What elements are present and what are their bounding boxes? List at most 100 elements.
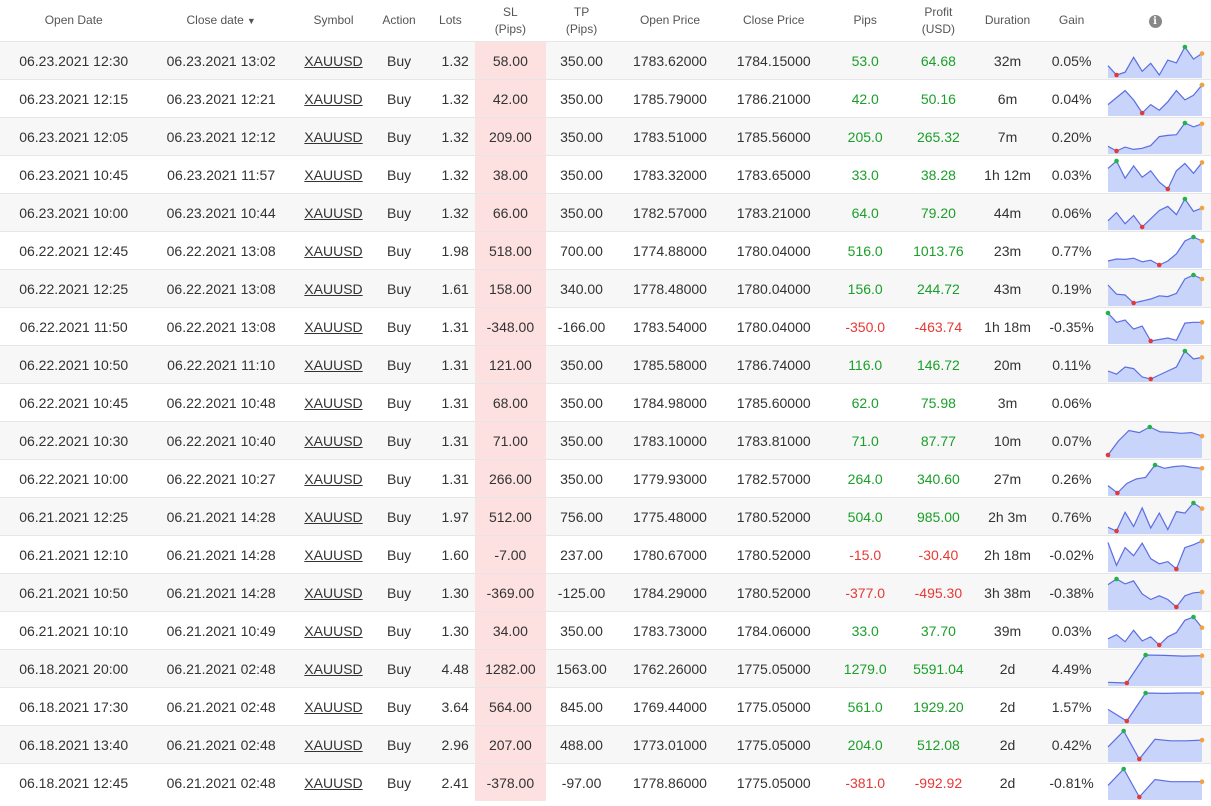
symbol-link-text[interactable]: XAUUSD (304, 433, 362, 449)
info-icon[interactable]: i (1148, 15, 1162, 28)
symbol-link-text[interactable]: XAUUSD (304, 91, 362, 107)
symbol-link: XAUUSD (294, 383, 373, 422)
table-row[interactable]: 06.18.2021 12:45 06.21.2021 02:48 XAUUSD Bu… (0, 763, 1211, 801)
table-row[interactable]: 06.18.2021 13:40 06.21.2021 02:48 XAUUSD Bu… (0, 725, 1211, 764)
symbol-link-text[interactable]: XAUUSD (304, 281, 362, 297)
table-row[interactable]: 06.23.2021 12:30 06.23.2021 13:02 XAUUSD Bu… (0, 41, 1211, 80)
profit-cell: 64.68 (905, 41, 971, 80)
symbol-link-text[interactable]: XAUUSD (304, 167, 362, 183)
action-cell: Buy (372, 231, 426, 270)
header-tp[interactable]: TP (Pips) (545, 0, 618, 42)
open-price-cell: 1778.86000 (617, 763, 723, 801)
table-row[interactable]: 06.21.2021 12:10 06.21.2021 14:28 XAUUSD Bu… (0, 535, 1211, 574)
close-date-cell: 06.21.2021 10:49 (147, 611, 295, 650)
sparkline-end-marker (1199, 690, 1205, 695)
header-close-date[interactable]: Close date ▼ (147, 0, 295, 42)
symbol-link-text[interactable]: XAUUSD (304, 471, 362, 487)
table-row[interactable]: 06.18.2021 17:30 06.21.2021 02:48 XAUUSD Bu… (0, 687, 1211, 726)
close-price-cell: 1775.05000 (722, 725, 825, 764)
table-row[interactable]: 06.21.2021 10:10 06.21.2021 10:49 XAUUSD Bu… (0, 611, 1211, 650)
tp-cell: 350.00 (545, 193, 618, 232)
header-open-price[interactable]: Open Price (617, 0, 723, 42)
header-lots[interactable]: Lots (425, 0, 475, 42)
symbol-link: XAUUSD (294, 307, 373, 346)
symbol-link-text[interactable]: XAUUSD (304, 623, 362, 639)
symbol-link-text[interactable]: XAUUSD (304, 585, 362, 601)
symbol-link-text[interactable]: XAUUSD (304, 243, 362, 259)
table-row[interactable]: 06.23.2021 10:00 06.23.2021 10:44 XAUUSD Bu… (0, 193, 1211, 232)
trade-sparkline (1107, 82, 1205, 116)
header-action[interactable]: Action (372, 0, 426, 42)
symbol-link-text[interactable]: XAUUSD (304, 547, 362, 563)
gain-cell: -0.38% (1044, 573, 1100, 612)
tp-cell: 350.00 (545, 383, 618, 422)
header-profit[interactable]: Profit (USD) (905, 0, 971, 42)
table-row[interactable]: 06.18.2021 20:00 06.21.2021 02:48 XAUUSD Bu… (0, 649, 1211, 688)
table-row[interactable]: 06.21.2021 12:25 06.21.2021 14:28 XAUUSD Bu… (0, 497, 1211, 536)
gain-cell: 0.04% (1044, 79, 1100, 118)
open-date-cell: 06.23.2021 10:00 (0, 193, 148, 232)
table-row[interactable]: 06.22.2021 10:30 06.22.2021 10:40 XAUUSD Bu… (0, 421, 1211, 460)
table-row[interactable]: 06.22.2021 10:45 06.22.2021 10:48 XAUUSD Bu… (0, 383, 1211, 422)
symbol-link-text[interactable]: XAUUSD (304, 53, 362, 69)
sparkline-min-marker (1174, 566, 1179, 571)
sparkline-max-marker (1191, 234, 1196, 239)
gain-cell: 4.49% (1044, 649, 1100, 688)
tp-cell: 1563.00 (545, 649, 618, 688)
tp-cell: 350.00 (545, 345, 618, 384)
close-price-cell: 1783.81000 (722, 421, 825, 460)
close-date-cell: 06.23.2021 11:57 (147, 155, 295, 194)
action-cell: Buy (372, 649, 426, 688)
sparkline-cell (1099, 117, 1211, 156)
symbol-link-text[interactable]: XAUUSD (304, 357, 362, 373)
symbol-link-text[interactable]: XAUUSD (304, 319, 362, 335)
table-row[interactable]: 06.22.2021 10:00 06.22.2021 10:27 XAUUSD Bu… (0, 459, 1211, 498)
header-symbol[interactable]: Symbol (294, 0, 373, 42)
header-close-price[interactable]: Close Price (722, 0, 825, 42)
symbol-link: XAUUSD (294, 535, 373, 574)
sparkline-min-marker (1114, 148, 1119, 153)
table-row[interactable]: 06.21.2021 10:50 06.21.2021 14:28 XAUUSD Bu… (0, 573, 1211, 612)
symbol-link: XAUUSD (294, 117, 373, 156)
table-row[interactable]: 06.23.2021 12:05 06.23.2021 12:12 XAUUSD Bu… (0, 117, 1211, 156)
sl-cell: -348.00 (474, 307, 546, 346)
gain-cell: 0.03% (1044, 155, 1100, 194)
sl-cell: 564.00 (474, 687, 546, 726)
header-open-date[interactable]: Open Date (0, 0, 148, 42)
header-gain[interactable]: Gain (1044, 0, 1100, 42)
symbol-link-text[interactable]: XAUUSD (304, 775, 362, 791)
symbol-link-text[interactable]: XAUUSD (304, 509, 362, 525)
trade-sparkline (1105, 310, 1205, 344)
gain-cell: -0.02% (1044, 535, 1100, 574)
sparkline-area (1108, 236, 1203, 268)
header-duration[interactable]: Duration (970, 0, 1045, 42)
profit-cell: -463.74 (905, 307, 971, 346)
table-row[interactable]: 06.23.2021 12:15 06.23.2021 12:21 XAUUSD Bu… (0, 79, 1211, 118)
pips-cell: 205.0 (824, 117, 906, 156)
trade-sparkline (1107, 614, 1205, 648)
open-date-cell: 06.22.2021 12:45 (0, 231, 148, 270)
symbol-link-text[interactable]: XAUUSD (304, 129, 362, 145)
sl-cell: -369.00 (474, 573, 546, 612)
table-row[interactable]: 06.22.2021 11:50 06.22.2021 13:08 XAUUSD Bu… (0, 307, 1211, 346)
symbol-link-text[interactable]: XAUUSD (304, 395, 362, 411)
sparkline-area (1108, 540, 1203, 572)
tp-cell: -125.00 (545, 573, 618, 612)
symbol-link-text[interactable]: XAUUSD (304, 205, 362, 221)
table-row[interactable]: 06.23.2021 10:45 06.23.2021 11:57 XAUUSD Bu… (0, 155, 1211, 194)
close-price-cell: 1775.05000 (722, 763, 825, 801)
symbol-link-text[interactable]: XAUUSD (304, 737, 362, 753)
trade-sparkline (1105, 424, 1205, 458)
symbol-link-text[interactable]: XAUUSD (304, 661, 362, 677)
header-sl[interactable]: SL (Pips) (474, 0, 546, 42)
header-pips[interactable]: Pips (824, 0, 906, 42)
sparkline-max-marker (1182, 196, 1188, 201)
sparkline-area (1108, 426, 1203, 458)
profit-cell: 87.77 (905, 421, 971, 460)
table-row[interactable]: 06.22.2021 12:45 06.22.2021 13:08 XAUUSD Bu… (0, 231, 1211, 270)
table-row[interactable]: 06.22.2021 12:25 06.22.2021 13:08 XAUUSD Bu… (0, 269, 1211, 308)
profit-cell: 50.16 (905, 79, 971, 118)
table-row[interactable]: 06.22.2021 10:50 06.22.2021 11:10 XAUUSD Bu… (0, 345, 1211, 384)
symbol-link-text[interactable]: XAUUSD (304, 699, 362, 715)
open-price-cell: 1785.58000 (617, 345, 723, 384)
